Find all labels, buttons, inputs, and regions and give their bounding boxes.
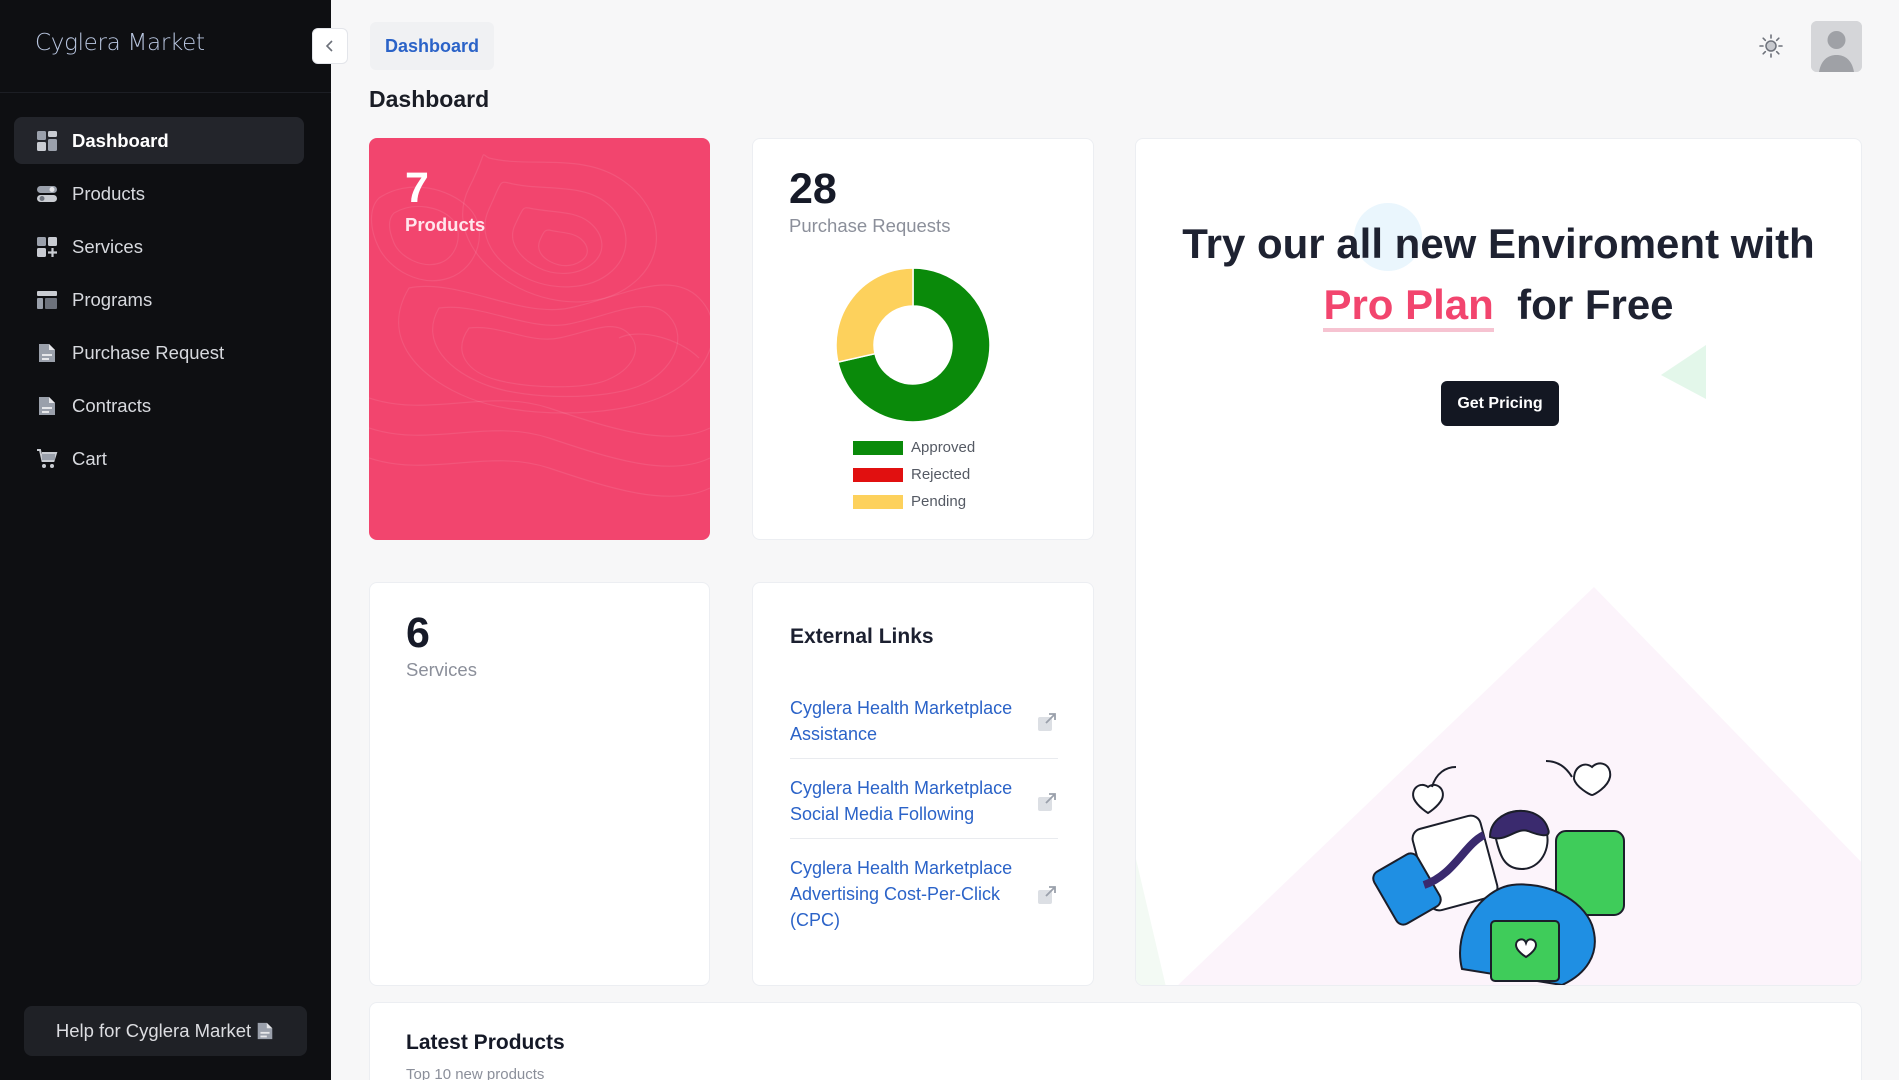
sidebar-item-services[interactable]: Services <box>14 223 304 270</box>
page-title: Dashboard <box>369 86 490 112</box>
collapse-sidebar-button[interactable] <box>312 28 348 64</box>
external-link-icon <box>1036 711 1058 733</box>
purchase-requests-donut-chart <box>835 267 991 423</box>
avatar[interactable] <box>1811 21 1862 72</box>
sidebar-item-products[interactable]: Products <box>14 170 304 217</box>
promo-headline: Try our all new Enviroment with Pro Plan… <box>1136 213 1861 335</box>
sidebar-item-label: Contracts <box>72 394 152 416</box>
external-links-title: External Links <box>790 625 934 648</box>
legend-swatch <box>853 467 903 482</box>
sidebar-item-programs[interactable]: Programs <box>14 276 304 323</box>
document-icon <box>36 395 58 417</box>
products-stat-card[interactable]: 7 Products <box>369 138 710 540</box>
external-link-icon <box>1036 884 1058 906</box>
promo-card: Try our all new Enviroment with Pro Plan… <box>1135 138 1862 986</box>
products-label: Products <box>405 214 486 235</box>
legend-swatch <box>853 440 903 455</box>
products-icon <box>36 183 58 205</box>
sidebar-item-contracts[interactable]: Contracts <box>14 382 304 429</box>
external-link-item[interactable]: Cyglera Health Marketplace Assistance <box>790 691 1058 759</box>
purchase-requests-count: 28 <box>789 165 837 213</box>
sidebar-item-label: Dashboard <box>72 129 169 151</box>
promo-accent-text: Pro Plan <box>1323 281 1494 332</box>
products-count: 7 <box>405 164 429 212</box>
latest-products-title: Latest Products <box>406 1031 565 1054</box>
sidebar-item-label: Cart <box>72 447 107 469</box>
external-link-label: Cyglera Health Marketplace Advertising C… <box>790 858 1013 930</box>
legend-label: Rejected <box>911 466 971 483</box>
services-icon <box>36 236 58 258</box>
legend-item-rejected[interactable]: Rejected <box>853 461 975 488</box>
breadcrumb[interactable]: Dashboard <box>370 22 495 70</box>
promo-illustration <box>1372 760 1625 985</box>
legend-item-pending[interactable]: Pending <box>853 488 975 515</box>
sidebar: Cyglera Market Dashboard Products Servic… <box>0 0 331 1080</box>
programs-icon <box>36 289 58 311</box>
sidebar-item-label: Programs <box>72 288 153 310</box>
chart-legend: Approved Rejected Pending <box>853 434 975 515</box>
cart-icon <box>36 448 58 470</box>
legend-swatch <box>853 494 903 509</box>
sidebar-nav: Dashboard Products Services Programs Pur… <box>14 117 304 488</box>
sidebar-item-label: Services <box>72 235 143 257</box>
sidebar-item-label: Products <box>72 182 146 204</box>
services-stat-card[interactable]: 6 Services <box>369 582 710 986</box>
divider <box>0 92 331 93</box>
document-icon <box>36 342 58 364</box>
donut-slice-pending[interactable] <box>835 267 914 364</box>
latest-products-card: Latest Products Top 10 new products <box>369 1002 1862 1080</box>
legend-label: Approved <box>911 439 976 456</box>
promo-line-2: Pro Plan for Free <box>1136 274 1861 335</box>
services-count: 6 <box>406 609 430 657</box>
document-icon <box>255 1021 275 1041</box>
external-link-item[interactable]: Cyglera Health Marketplace Advertising C… <box>790 851 1058 944</box>
purchase-requests-label: Purchase Requests <box>789 215 951 236</box>
external-link-label: Cyglera Health Marketplace Assistance <box>790 698 1013 744</box>
sidebar-item-label: Purchase Request <box>72 341 225 363</box>
external-link-label: Cyglera Health Marketplace Social Media … <box>790 778 1013 824</box>
sidebar-item-dashboard[interactable]: Dashboard <box>14 117 304 164</box>
legend-label: Pending <box>911 493 967 510</box>
sun-icon[interactable] <box>1757 32 1785 60</box>
latest-products-subtitle: Top 10 new products <box>406 1066 545 1080</box>
sidebar-item-cart[interactable]: Cart <box>14 435 304 482</box>
purchase-requests-card[interactable]: 28 Purchase Requests Approved Rejected Pen… <box>752 138 1094 540</box>
dashboard-icon <box>36 130 58 152</box>
help-button[interactable]: Help for Cyglera Market <box>24 1006 307 1056</box>
help-button-label: Help for Cyglera Market <box>55 1020 252 1041</box>
external-link-icon <box>1036 791 1058 813</box>
sidebar-item-purchase-request[interactable]: Purchase Request <box>14 329 304 376</box>
get-pricing-button[interactable]: Get Pricing <box>1441 381 1559 426</box>
external-links-list: Cyglera Health Marketplace Assistance Cy… <box>790 691 1058 956</box>
external-links-card: External Links Cyglera Health Marketplac… <box>752 582 1094 986</box>
brand-logo[interactable]: Cyglera Market <box>35 30 205 56</box>
chevron-left-icon <box>325 40 333 52</box>
legend-item-approved[interactable]: Approved <box>853 434 975 461</box>
external-link-item[interactable]: Cyglera Health Marketplace Social Media … <box>790 771 1058 839</box>
promo-line-1: Try our all new Enviroment with <box>1182 220 1815 267</box>
promo-line-2-rest: for Free <box>1517 281 1674 328</box>
services-label: Services <box>406 659 477 680</box>
